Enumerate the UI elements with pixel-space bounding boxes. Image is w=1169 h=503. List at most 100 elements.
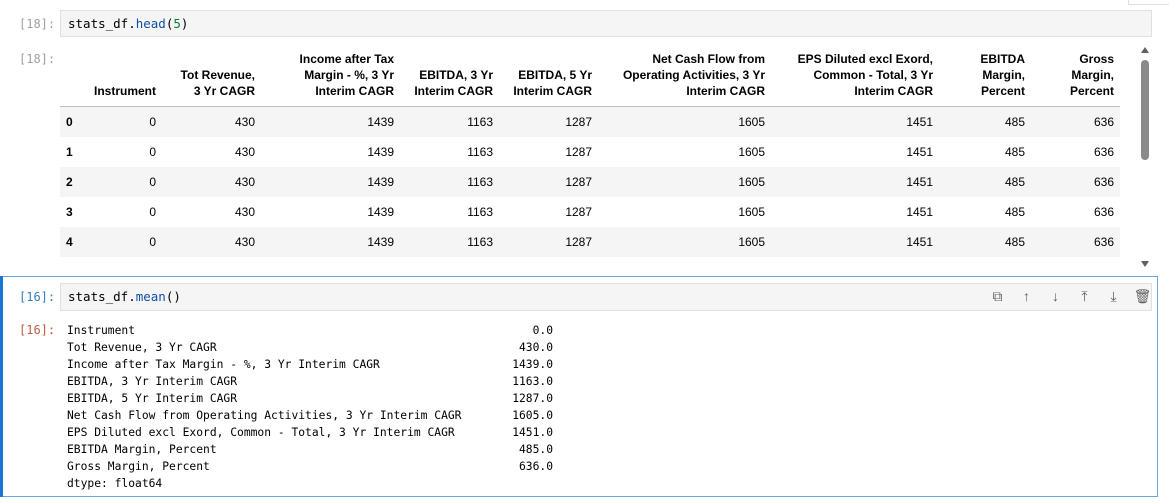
cell-value: 1605 [738,205,766,219]
table-row: 2 0 430 1439 1163 1287 1605 1451 485 636 [60,167,1121,197]
series-value: 636.0 [518,460,553,473]
table-cell: 1163 [400,197,499,227]
scroll-up-arrow-icon[interactable] [1141,47,1149,53]
cell-value: 1287 [565,205,593,219]
series-row: Net Cash Flow from Operating Activities,… [67,407,553,424]
table-cell: 636 [1031,137,1120,167]
cell-16-code: stats_df.mean() [68,289,181,304]
column-header-label: Instrument [90,83,162,106]
table-cell: 1287 [499,107,598,138]
column-header: Net Cash Flow from Operating Activities, … [598,44,772,107]
table-cell: 1605 [598,197,771,227]
table-cell: 485 [939,167,1031,197]
header-line: Instrument [94,84,157,98]
series-value: 0.0 [532,324,553,337]
series-row: Tot Revenue, 3 Yr CAGR 430.0 [67,339,553,356]
table-cell: 1605 [598,137,771,167]
scroll-down-arrow-icon[interactable] [1141,261,1149,267]
header-line: Interim CAGR [686,84,766,98]
column-header: EBITDA, 5 Yr Interim CAGR [499,44,599,107]
table-cell: 0 [90,137,162,167]
series-key: EBITDA Margin, Percent [67,443,217,456]
insert-below-icon: ⤓ [1110,287,1117,304]
column-header: EPS Diluted excl Exord, Common - Total, 3… [771,44,940,107]
cell-value: 636 [1093,145,1115,159]
cell-18-code: stats_df.head(5) [68,16,188,31]
dataframe-output[interactable]: Instrument Tot Revenue, 3 Yr CAGR Income af… [60,44,1140,266]
insert-below-button[interactable]: ⤓ [1099,286,1128,306]
scrollbar-thumb[interactable] [1141,60,1149,160]
series-value: 1605.0 [512,409,553,422]
series-row: Gross Margin, Percent 636.0 [67,458,553,475]
table-cell: 1287 [499,137,598,167]
cell-value: 0 [149,235,157,249]
row-index-label: 1 [66,145,73,159]
table-cell: 0 [90,197,162,227]
delete-cell-button[interactable]: 🗑 [1128,286,1157,306]
header-line: EBITDA, 3 Yr [419,68,494,82]
cell-value: 1451 [906,175,934,189]
row-index-label: 0 [66,115,73,129]
series-value: 1163.0 [512,375,553,388]
table-cell: 1451 [771,107,939,138]
series-value: 1287.0 [512,392,553,405]
row-index: 0 [60,107,90,138]
table-row: 1 0 430 1439 1163 1287 1605 1451 485 636 [60,137,1120,167]
header-line: Operating Activities, 3 Yr [622,68,766,82]
code-object: stats_df. [68,16,136,31]
cell-value: 485 [1004,145,1026,159]
table-cell: 0 [90,167,162,197]
table-cell: 430 [162,197,261,227]
row-index-label: 2 [66,175,73,189]
code-paren-close: ) [180,16,189,31]
move-up-button[interactable]: ↑ [1012,286,1041,306]
dataframe-table: Instrument Tot Revenue, 3 Yr CAGR Income af… [60,44,1121,257]
cell-value: 430 [234,205,256,219]
cell-value: 1439 [367,205,395,219]
series-output: Instrument 0.0 Tot Revenue, 3 Yr CAGR 430.0… [67,322,553,492]
header-line: Gross [1079,52,1115,66]
cell-value: 1163 [467,205,494,219]
series-row: EBITDA Margin, Percent 485.0 [67,441,553,458]
cell-value: 1287 [565,235,593,249]
trash-icon: 🗑 [1133,287,1152,304]
series-dtype: dtype: float64 [67,477,163,490]
arrow-down-icon: ↓ [1052,288,1059,304]
cell-18-code-editor[interactable]: stats_df.head(5) [60,10,1152,37]
cell-value: 1163 [467,235,494,249]
header-line: 3 Yr CAGR [193,84,256,98]
series-row: Instrument 0.0 [67,322,553,339]
cell-value: 485 [1004,115,1026,129]
cell-value: 1287 [565,145,593,159]
cell-value: 1439 [367,235,395,249]
table-cell: 1287 [499,227,598,257]
row-index-label: 4 [66,235,73,249]
header-line: Margin, [982,68,1026,82]
header-line: Net Cash Flow from [652,52,766,66]
insert-above-icon: ⤒ [1081,287,1088,304]
cell-value: 430 [234,115,256,129]
move-down-button[interactable]: ↓ [1041,286,1070,306]
series-value: 1439.0 [512,358,553,371]
series-row: EPS Diluted excl Exord, Common - Total, … [67,424,553,441]
row-index-label: 3 [66,205,73,219]
series-key: Income after Tax Margin - %, 3 Yr Interi… [67,358,380,371]
header-line: Margin - %, 3 Yr [304,68,395,82]
series-key: Instrument [67,324,136,337]
header-line: Percent [980,84,1026,98]
cell-value: 430 [234,235,256,249]
table-cell: 1439 [261,197,400,227]
cell-value: 430 [234,145,256,159]
cell-toolbar: ⧉ ↑ ↓ ⤒ ⤓ 🗑 [983,286,1157,306]
cell-value: 1451 [906,235,934,249]
cell-value: 1451 [906,115,934,129]
table-cell: 430 [162,107,261,138]
cell-value: 485 [1004,235,1026,249]
insert-above-button[interactable]: ⤒ [1070,286,1099,306]
table-cell: 1605 [598,227,771,257]
code-function: mean [135,289,166,304]
cell-value: 636 [1093,175,1115,189]
series-row: Income after Tax Margin - %, 3 Yr Interi… [67,356,553,373]
duplicate-cell-button[interactable]: ⧉ [983,286,1012,306]
window-edge [1128,0,1169,5]
